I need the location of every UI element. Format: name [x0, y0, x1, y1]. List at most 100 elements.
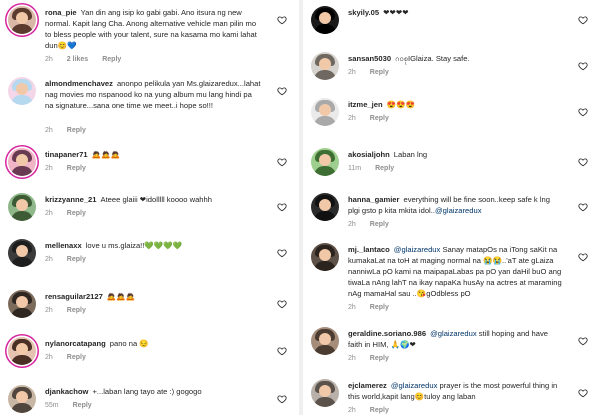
like-heart-icon[interactable] [277, 202, 287, 212]
comment-time[interactable]: 2h [348, 221, 356, 228]
comment-username[interactable]: tinapaner71 [45, 150, 88, 159]
comment-meta: 2h Reply [45, 165, 100, 172]
reply-button[interactable]: Reply [370, 407, 389, 414]
comment-username[interactable]: nylanorcatapang [45, 339, 106, 348]
like-heart-icon[interactable] [578, 15, 588, 25]
like-heart-icon[interactable] [277, 157, 287, 167]
comment-time[interactable]: 2h [348, 115, 356, 122]
avatar[interactable] [8, 385, 36, 413]
comment-time[interactable]: 2h [45, 210, 53, 217]
comment-username[interactable]: djankachow [45, 387, 88, 396]
reply-button[interactable]: Reply [67, 256, 86, 263]
like-heart-icon[interactable] [277, 86, 287, 96]
reply-button[interactable]: Reply [370, 69, 389, 76]
reply-button[interactable]: Reply [370, 355, 389, 362]
comment-time[interactable]: 2h [348, 407, 356, 414]
comment-time[interactable]: 2h [348, 304, 356, 311]
comment-username[interactable]: ejclamerez [348, 381, 387, 390]
reply-button[interactable]: Reply [67, 354, 86, 361]
comment-body: pano na 😔 [109, 339, 149, 348]
comment-likes[interactable]: 2 likes [67, 56, 88, 63]
comment-text: krizzyanne_21 Ateee glaiii ❤idolllll kooo… [45, 194, 261, 205]
avatar[interactable] [311, 193, 339, 221]
comment-meta: 2h Reply [45, 354, 100, 361]
like-heart-icon[interactable] [578, 388, 588, 398]
like-heart-icon[interactable] [578, 107, 588, 117]
comment-meta: 2h Reply [45, 256, 100, 263]
comment-username[interactable]: rona_pie [45, 8, 77, 17]
like-heart-icon[interactable] [578, 252, 588, 262]
comment-time[interactable]: 2h [45, 256, 53, 263]
comment-username[interactable]: rensaguilar2127 [45, 292, 103, 301]
comment-username[interactable]: geraldine.soriano.986 [348, 329, 426, 338]
like-heart-icon[interactable] [277, 299, 287, 309]
reply-button[interactable]: Reply [73, 402, 92, 409]
reply-button[interactable]: Reply [370, 221, 389, 228]
reply-button[interactable]: Reply [370, 304, 389, 311]
comment-text: tinapaner71 🙇🙇🙇 [45, 149, 261, 160]
comment-time[interactable]: 2h [348, 355, 356, 362]
like-heart-icon[interactable] [578, 202, 588, 212]
mention-link[interactable]: @glaizaredux [391, 381, 440, 390]
like-heart-icon[interactable] [277, 248, 287, 258]
comment-meta: 2h Reply [348, 304, 403, 311]
mention-link[interactable]: @glaizaredux [430, 329, 479, 338]
avatar[interactable] [8, 239, 36, 267]
avatar[interactable] [8, 77, 36, 105]
avatar[interactable] [311, 98, 339, 126]
reply-button[interactable]: Reply [67, 210, 86, 217]
comment-username[interactable]: akosialjohn [348, 150, 390, 159]
comment-username[interactable]: mj._lantaco [348, 245, 390, 254]
reply-button[interactable]: Reply [375, 165, 394, 172]
comment-text: geraldine.soriano.986 @glaizaredux still … [348, 328, 562, 350]
comment-meta: 2h Reply [348, 355, 403, 362]
like-heart-icon[interactable] [578, 157, 588, 167]
comment-time[interactable]: 2h [45, 307, 53, 314]
comment-meta: 2h Reply [45, 127, 100, 134]
comment-time[interactable]: 11m [348, 165, 361, 172]
reply-button[interactable]: Reply [67, 165, 86, 172]
avatar[interactable] [311, 327, 339, 355]
avatar[interactable] [8, 193, 36, 221]
avatar[interactable] [8, 290, 36, 318]
reply-button[interactable]: Reply [67, 127, 86, 134]
comment-username[interactable]: itzme_jen [348, 100, 383, 109]
comment-text: djankachow +...laban lang tayo ate :) gog… [45, 386, 261, 397]
avatar[interactable] [311, 148, 339, 176]
comment-time[interactable]: 2h [45, 127, 53, 134]
like-heart-icon[interactable] [277, 15, 287, 25]
reply-button[interactable]: Reply [370, 115, 389, 122]
reply-button[interactable]: Reply [102, 56, 121, 63]
like-heart-icon[interactable] [277, 346, 287, 356]
mention-link[interactable]: @glaizaredux [394, 245, 443, 254]
comment-meta: 2h 2 likes Reply [45, 56, 135, 63]
avatar[interactable] [311, 379, 339, 407]
comment-time[interactable]: 55m [45, 402, 59, 409]
reply-button[interactable]: Reply [67, 307, 86, 314]
comment-body: 🙇🙇🙇 [91, 150, 121, 159]
comment-meta: 2h Reply [45, 307, 100, 314]
like-heart-icon[interactable] [578, 336, 588, 346]
comment-meta: 2h Reply [348, 407, 403, 414]
comment-time[interactable]: 2h [348, 69, 356, 76]
avatar[interactable] [311, 6, 339, 34]
comment-username[interactable]: almondmenchavez [45, 79, 113, 88]
like-heart-icon[interactable] [277, 394, 287, 404]
avatar[interactable] [8, 337, 36, 365]
avatar[interactable] [8, 6, 36, 34]
comment-time[interactable]: 2h [45, 354, 53, 361]
avatar[interactable] [8, 148, 36, 176]
comment-username[interactable]: mellenaxx [45, 241, 82, 250]
comment-time[interactable]: 2h [45, 165, 53, 172]
avatar[interactable] [311, 243, 339, 271]
comment-username[interactable]: krizzyanne_21 [45, 195, 97, 204]
comment-time[interactable]: 2h [45, 56, 53, 63]
comment-username[interactable]: skyily.05 [348, 8, 379, 17]
comment-username[interactable]: sansan5030 [348, 54, 391, 63]
comment-text: almondmenchavez anonpo pelikula yan Ms.gl… [45, 78, 261, 111]
comment-body: love u ms.glaiza!!💚💚💚💚 [85, 241, 183, 250]
mention-link[interactable]: @glaizaredux [435, 206, 482, 215]
comment-username[interactable]: hanna_gamier [348, 195, 400, 204]
like-heart-icon[interactable] [578, 61, 588, 71]
avatar[interactable] [311, 52, 339, 80]
